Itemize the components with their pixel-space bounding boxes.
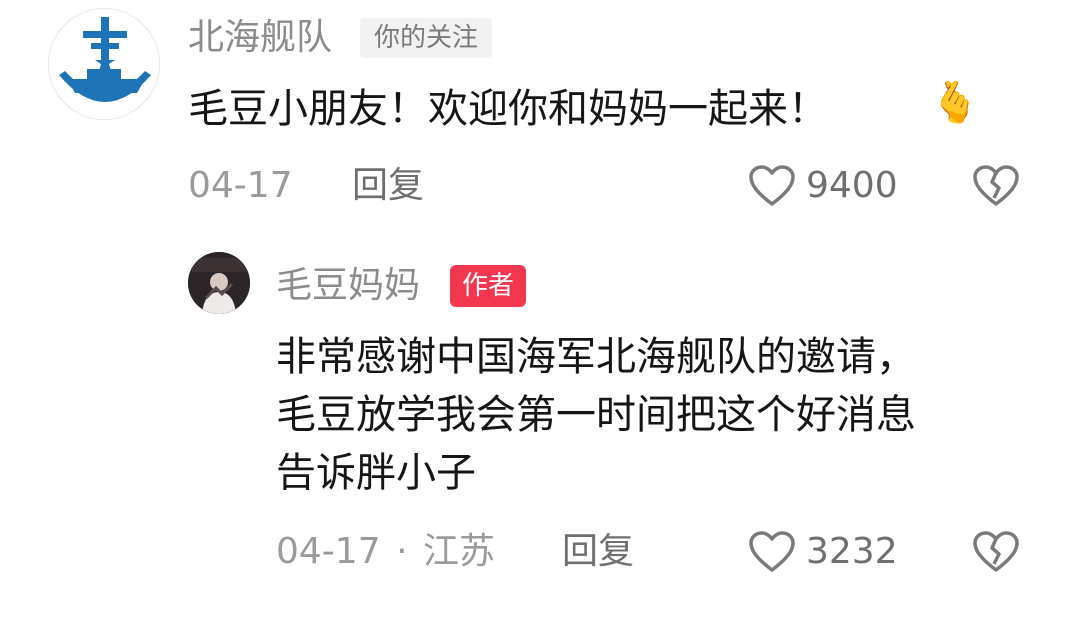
reply-meta: 04-17 · 江苏: [276, 530, 495, 574]
comment-text: 毛豆小朋友！欢迎你和妈妈一起来！: [188, 80, 828, 138]
comment-author-name[interactable]: 北海舰队: [188, 16, 332, 60]
comment-body: 毛豆小朋友！欢迎你和妈妈一起来！: [188, 86, 828, 132]
reply-location: 江苏: [422, 531, 495, 572]
like-count: 9400: [806, 165, 898, 206]
avatar-photo-icon: [188, 252, 250, 314]
meta-separator: ·: [396, 531, 408, 572]
heart-outline-icon[interactable]: [748, 164, 796, 208]
like-count: 3232: [806, 531, 898, 572]
reply-text-line: 非常感谢中国海军北海舰队的邀请，: [276, 334, 916, 380]
broken-heart-icon[interactable]: [972, 164, 1020, 208]
reply-author-name[interactable]: 毛豆妈妈: [276, 264, 420, 308]
following-badge: 你的关注: [360, 18, 493, 58]
author-badge: 作者: [450, 265, 527, 307]
reply-text: 非常感谢中国海军北海舰队的邀请， 毛豆放学我会第一时间把这个好消息 告诉胖小子: [276, 328, 916, 502]
anchor-ship-logo-icon: [49, 9, 159, 119]
comment-date: 04-17: [188, 165, 293, 206]
broken-heart-icon[interactable]: [972, 530, 1020, 574]
heart-outline-icon[interactable]: [748, 530, 796, 574]
reply-button[interactable]: 回复: [352, 164, 424, 208]
reply-text-line: 毛豆放学我会第一时间把这个好消息: [276, 392, 916, 438]
reply-button[interactable]: 回复: [562, 530, 634, 574]
avatar-beihai-fleet[interactable]: [48, 8, 160, 120]
finger-heart-emoji: 🫰: [930, 80, 980, 126]
reply-text-line: 告诉胖小子: [276, 450, 476, 496]
avatar-maodou-mama[interactable]: [188, 252, 250, 314]
reply-date: 04-17: [276, 531, 381, 572]
